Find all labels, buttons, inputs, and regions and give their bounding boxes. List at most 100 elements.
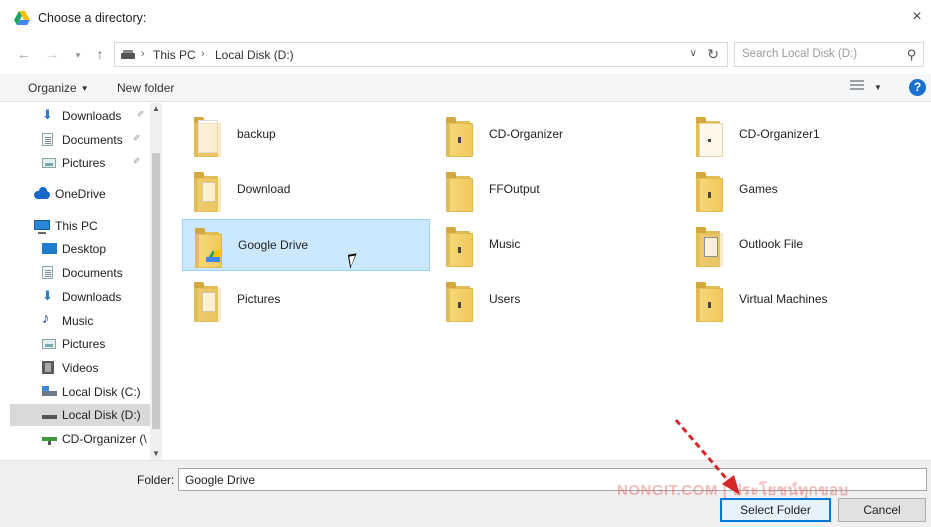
folder-item-google-drive[interactable]: Google Drive	[182, 219, 430, 271]
breadcrumb-this-pc[interactable]: This PC	[153, 48, 196, 62]
up-arrow-icon[interactable]: ↑	[92, 46, 108, 62]
nav-item-cd-organizer-network[interactable]: CD-Organizer (\	[0, 428, 150, 450]
folder-item-users[interactable]: Users	[434, 274, 682, 326]
nav-item-label: CD-Organizer (\	[62, 432, 147, 446]
address-dropdown-icon[interactable]: ∨	[690, 48, 697, 59]
nav-item-videos[interactable]: Videos	[0, 357, 150, 379]
nav-item-pictures[interactable]: Pictures	[0, 333, 150, 355]
folder-item-backup[interactable]: backup	[182, 109, 430, 161]
folder-name: CD-Organizer	[489, 127, 564, 141]
help-icon[interactable]: ?	[909, 79, 926, 96]
breadcrumb-separator: ›	[141, 48, 145, 60]
nav-item-label: Downloads	[62, 109, 122, 123]
nav-item-label: Documents	[62, 133, 123, 147]
new-folder-button[interactable]: New folder	[117, 81, 174, 95]
folder-icon	[194, 172, 224, 212]
nav-item-desktop[interactable]: Desktop	[0, 238, 150, 260]
nav-item-onedrive[interactable]: OneDrive	[0, 183, 150, 205]
folder-icon	[696, 117, 726, 157]
music-icon	[42, 310, 56, 327]
folder-icon	[696, 227, 726, 267]
window-title: Choose a directory:	[38, 11, 147, 25]
breadcrumb-local-disk-d[interactable]: Local Disk (D:)	[215, 48, 294, 62]
folder-item-outlook-file[interactable]: Outlook File	[684, 219, 931, 271]
view-options-caret-icon[interactable]: ▼	[874, 83, 882, 92]
nav-item-label: Local Disk (C:)	[62, 385, 141, 399]
google-drive-overlay-icon	[206, 250, 220, 262]
folder-name: Music	[489, 237, 521, 251]
nav-item-label: OneDrive	[55, 187, 106, 201]
recent-locations-caret-icon[interactable]: ▾	[70, 50, 86, 61]
select-folder-button[interactable]: Select Folder	[720, 498, 831, 522]
forward-arrow-icon[interactable]: →	[44, 46, 60, 62]
folder-item-pictures[interactable]: Pictures	[182, 274, 430, 326]
folder-item-cd-organizer[interactable]: CD-Organizer	[434, 109, 682, 161]
nav-item-music[interactable]: Music	[0, 310, 150, 332]
folder-name: CD-Organizer1	[739, 127, 820, 141]
desktop-icon	[42, 243, 57, 254]
cancel-button[interactable]: Cancel	[838, 498, 926, 522]
folder-icon	[446, 172, 476, 212]
refresh-icon[interactable]: ↻	[707, 46, 719, 63]
dialog-footer: Folder: NONGIT.COM | ประโยชน์ทุกขอบ Sele…	[0, 460, 931, 527]
nav-item-pictures-quick[interactable]: Pictures ✐	[0, 152, 150, 174]
folder-field-label: Folder:	[137, 473, 175, 487]
folder-name: Download	[237, 182, 291, 196]
nav-item-local-disk-c[interactable]: Local Disk (C:)	[0, 381, 150, 403]
nav-item-label: Pictures	[62, 156, 106, 170]
folder-icon	[446, 117, 476, 157]
pin-icon[interactable]: ✐	[137, 109, 145, 120]
folder-item-ffoutput[interactable]: FFOutput	[434, 164, 682, 216]
google-drive-logo-icon	[14, 11, 30, 25]
scroll-down-icon[interactable]: ▼	[150, 449, 162, 458]
folder-item-cd-organizer1[interactable]: CD-Organizer1	[684, 109, 931, 161]
nav-item-this-pc[interactable]: This PC	[0, 215, 150, 237]
address-bar[interactable]: › This PC › Local Disk (D:) ∨ ↻	[114, 42, 728, 67]
document-icon	[42, 266, 53, 279]
folder-icon	[696, 172, 726, 212]
nav-item-label: Videos	[62, 361, 99, 375]
videos-icon	[42, 361, 54, 374]
folder-item-virtual-machines[interactable]: Virtual Machines	[684, 274, 931, 326]
search-icon[interactable]: ⚲	[907, 47, 917, 63]
scroll-up-icon[interactable]: ▲	[150, 104, 162, 113]
scrollbar-thumb[interactable]	[152, 153, 160, 429]
organize-menu-button[interactable]: Organize ▼	[28, 81, 89, 95]
onedrive-icon	[34, 187, 50, 199]
folder-icon	[194, 117, 224, 157]
nav-item-documents-quick[interactable]: Documents ✐	[0, 129, 150, 151]
nav-item-label: Local Disk (D:)	[62, 408, 141, 422]
folder-icon	[446, 282, 476, 322]
document-icon	[42, 133, 53, 146]
search-placeholder: Search Local Disk (D:)	[742, 48, 858, 60]
search-box[interactable]: Search Local Disk (D:) ⚲	[734, 42, 924, 67]
folder-name: FFOutput	[489, 182, 540, 196]
command-toolbar: Organize ▼ New folder ▼ ?	[0, 74, 931, 102]
nav-item-downloads[interactable]: Downloads	[0, 286, 150, 308]
folder-view[interactable]: backup CD-Organizer CD-Organizer1 Downlo…	[162, 103, 931, 460]
pin-icon[interactable]: ✐	[133, 133, 141, 144]
folder-name: Virtual Machines	[739, 292, 828, 306]
nav-item-documents[interactable]: Documents	[0, 262, 150, 284]
download-icon	[42, 107, 56, 123]
folder-item-download[interactable]: Download	[182, 164, 430, 216]
folder-name: Users	[489, 292, 521, 306]
nav-item-label: This PC	[55, 219, 98, 233]
folder-icon	[194, 282, 224, 322]
folder-name: backup	[237, 127, 276, 141]
drive-icon	[121, 50, 135, 59]
view-options-icon[interactable]	[850, 80, 864, 94]
navigation-pane[interactable]: Downloads ✐ Documents ✐ Pictures ✐ OneDr…	[0, 103, 162, 460]
back-arrow-icon[interactable]: ←	[16, 46, 32, 62]
breadcrumb-separator: ›	[201, 48, 205, 60]
address-row: ← → ▾ ↑ › This PC › Local Disk (D:) ∨ ↻ …	[0, 36, 931, 74]
drive-c-icon	[42, 386, 57, 396]
close-icon[interactable]: ×	[907, 8, 927, 26]
nav-item-label: Desktop	[62, 242, 107, 256]
nav-item-local-disk-d[interactable]: Local Disk (D:)	[10, 404, 150, 426]
nav-pane-scrollbar[interactable]: ▲ ▼	[150, 103, 162, 460]
nav-item-downloads-quick[interactable]: Downloads ✐	[0, 105, 150, 127]
folder-item-games[interactable]: Games	[684, 164, 931, 216]
pin-icon[interactable]: ✐	[133, 156, 141, 167]
folder-item-music[interactable]: Music	[434, 219, 682, 271]
